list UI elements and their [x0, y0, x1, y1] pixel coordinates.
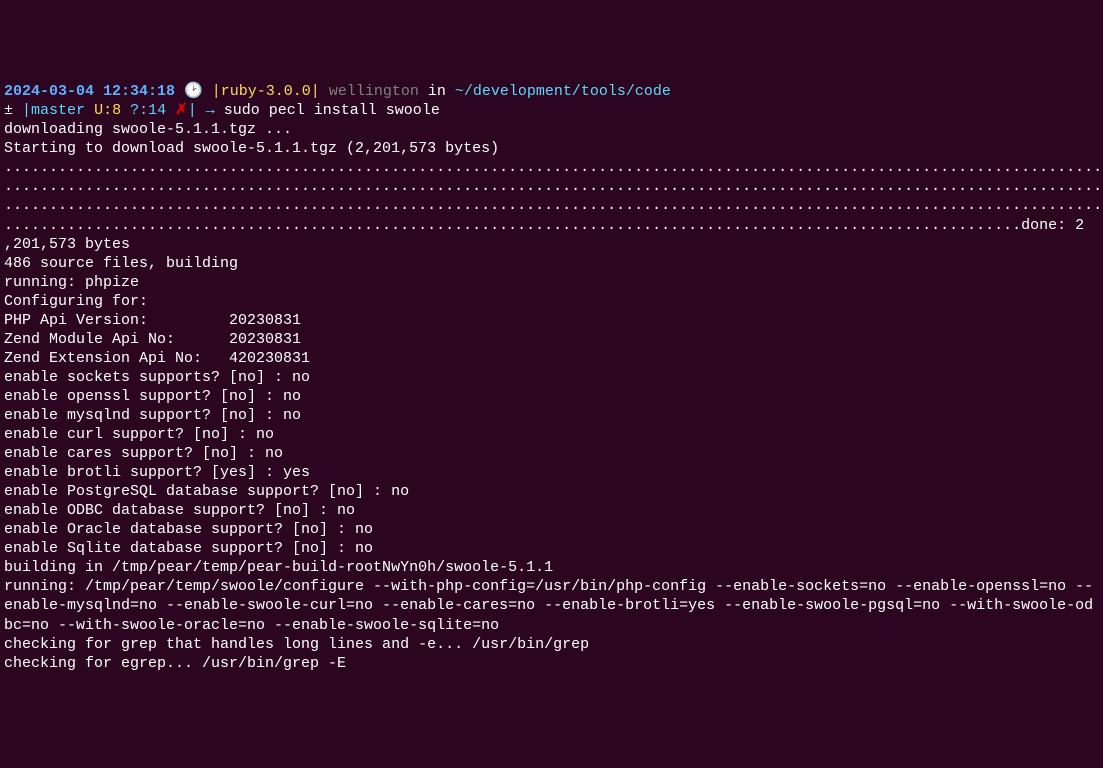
output-line: PHP Api Version: 20230831 — [4, 312, 301, 329]
output-line: enable Oracle database support? [no] : n… — [4, 521, 373, 538]
output-line: running: /tmp/pear/temp/swoole/configure… — [4, 578, 1093, 633]
output-line: ,201,573 bytes — [4, 236, 130, 253]
output-line: enable cares support? [no] : no — [4, 445, 283, 462]
output-dots: ........................................… — [4, 197, 1102, 214]
output-line: enable brotli support? [yes] : yes — [4, 464, 310, 481]
output-line: 486 source files, building — [4, 255, 238, 272]
git-unknown: ?:14 — [130, 102, 166, 119]
output-line: checking for egrep... /usr/bin/grep -E — [4, 655, 346, 672]
output-dots: ........................................… — [4, 159, 1102, 176]
git-untracked: U:8 — [94, 102, 121, 119]
output-line: enable openssl support? [no] : no — [4, 388, 301, 405]
output-line: enable PostgreSQL database support? [no]… — [4, 483, 409, 500]
timestamp: 2024-03-04 12:34:18 — [4, 83, 175, 100]
output-line: downloading swoole-5.1.1.tgz ... — [4, 121, 292, 138]
clock-icon: 🕑 — [184, 83, 203, 100]
output-line: Configuring for: — [4, 293, 148, 310]
git-pipe-close: | — [188, 102, 197, 119]
output-dots: ........................................… — [4, 217, 1084, 234]
output-line: enable ODBC database support? [no] : no — [4, 502, 355, 519]
output-line: enable sockets supports? [no] : no — [4, 369, 310, 386]
ruby-pipe-close: | — [311, 83, 320, 100]
output-line: Starting to download swoole-5.1.1.tgz (2… — [4, 140, 499, 157]
prompt-line-2: ± |master U:8 ?:14 ✗| → sudo pecl instal… — [4, 102, 440, 119]
git-branch: master — [31, 102, 85, 119]
prompt-arrow-icon: → — [206, 102, 215, 119]
output-line: checking for grep that handles long line… — [4, 636, 589, 653]
output-line: Zend Module Api No: 20230831 — [4, 331, 301, 348]
prompt-line-1: 2024-03-04 12:34:18 🕑 |ruby-3.0.0| welli… — [4, 83, 671, 100]
cwd-path: ~/development/tools/code — [455, 83, 671, 100]
output-line: building in /tmp/pear/temp/pear-build-ro… — [4, 559, 553, 576]
git-symbol: ± — [4, 102, 13, 119]
output-line: enable mysqlnd support? [no] : no — [4, 407, 301, 424]
terminal[interactable]: 2024-03-04 12:34:18 🕑 |ruby-3.0.0| welli… — [4, 82, 1099, 672]
output-line: running: phpize — [4, 274, 139, 291]
git-dirty-icon: ✗ — [175, 102, 188, 119]
ruby-version: ruby-3.0.0 — [221, 83, 311, 100]
in-text: in — [428, 83, 446, 100]
output-dots: ........................................… — [4, 178, 1102, 195]
output-line: Zend Extension Api No: 420230831 — [4, 350, 310, 367]
git-pipe-open: | — [22, 102, 31, 119]
output-line: enable curl support? [no] : no — [4, 426, 274, 443]
output-line: enable Sqlite database support? [no] : n… — [4, 540, 373, 557]
ruby-pipe-open: | — [212, 83, 221, 100]
command-text: sudo pecl install swoole — [224, 102, 440, 119]
username: wellington — [329, 83, 419, 100]
